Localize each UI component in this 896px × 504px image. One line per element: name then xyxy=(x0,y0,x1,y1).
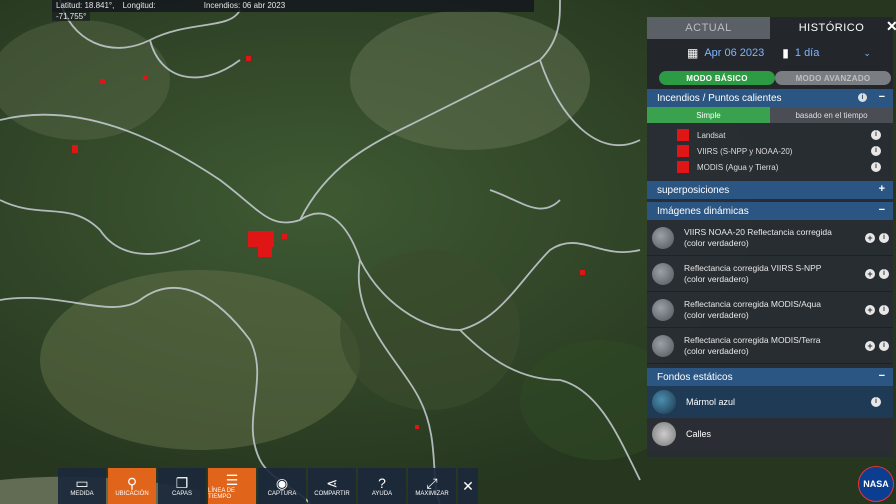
maximize-button[interactable]: ⤢ MAXIMIZAR xyxy=(408,468,456,504)
dynamic-layer[interactable]: Reflectancia corregida VIIRS S-NPP (colo… xyxy=(647,256,893,292)
fire-swatch xyxy=(677,129,689,141)
overlays-section-header[interactable]: superposiciones + xyxy=(647,181,893,199)
layer-label: Mármol azul xyxy=(686,397,736,407)
layer-label: VIIRS (S-NPP y NOAA-20) xyxy=(697,146,793,156)
date-value[interactable]: Apr 06 2023 xyxy=(704,47,764,59)
layer-thumbnail xyxy=(652,262,674,285)
sliders-icon: ☰ xyxy=(225,472,239,488)
fires-section-title: Incendios / Puntos calientes xyxy=(657,92,782,104)
collapse-icon[interactable]: − xyxy=(879,204,885,216)
layer-landsat[interactable]: Landsat i xyxy=(647,127,893,143)
collapse-icon[interactable]: − xyxy=(879,91,885,103)
date-selector[interactable]: ▦ Apr 06 2023 ▮ 1 día ⌄ xyxy=(647,39,893,67)
nasa-logo: NASA xyxy=(858,466,894,502)
globe-icon xyxy=(652,390,676,414)
help-icon: ? xyxy=(378,475,386,491)
info-icon[interactable]: i xyxy=(871,162,881,172)
latitude-label: Latitud: 18.841°, xyxy=(56,1,115,10)
info-icon[interactable]: i xyxy=(871,130,881,140)
share-button[interactable]: ⋖ COMPARTIR xyxy=(308,468,356,504)
overlays-title: superposiciones xyxy=(657,184,730,196)
layer-thumbnail xyxy=(652,334,674,357)
dynamic-layer[interactable]: VIIRS NOAA-20 Reflectancia corregida (co… xyxy=(647,220,893,256)
add-icon[interactable]: + xyxy=(865,340,875,351)
info-icon[interactable]: i xyxy=(879,304,889,315)
fires-section-header[interactable]: Incendios / Puntos calientes i − xyxy=(647,89,893,107)
expand-icon[interactable]: + xyxy=(879,183,885,195)
add-icon[interactable]: + xyxy=(865,232,875,243)
pin-icon: ⚲ xyxy=(126,475,138,491)
static-layer[interactable]: Mármol azul i xyxy=(647,386,893,418)
bottom-toolbar: ▭ MEDIDA ⚲ UBICACIÓN ❐ CAPAS ☰ LÍNEA DE TIEM… xyxy=(58,468,480,504)
interval-icon: ▮ xyxy=(782,46,789,60)
static-section-header[interactable]: Fondos estáticos − xyxy=(647,368,893,386)
mode-basic-button[interactable]: MODO BÁSICO xyxy=(659,71,775,85)
dynamic-section-header[interactable]: Imágenes dinámicas − xyxy=(647,202,893,220)
layer-label: Landsat xyxy=(697,130,726,140)
help-button[interactable]: ? AYUDA xyxy=(358,468,406,504)
close-panel-icon[interactable]: ✕ xyxy=(886,18,896,35)
capture-button[interactable]: ◉ CAPTURA xyxy=(258,468,306,504)
layer-label: Reflectancia corregida MODIS/Aqua (color… xyxy=(684,298,822,320)
layers-panel: ACTUAL HISTÓRICO ▦ Apr 06 2023 ▮ 1 día ⌄… xyxy=(647,17,893,457)
longitude-value: -71.755° xyxy=(52,12,91,21)
share-icon: ⋖ xyxy=(326,475,338,491)
subtab-simple[interactable]: Simple xyxy=(647,107,770,123)
layers-button[interactable]: ❐ CAPAS xyxy=(158,468,206,504)
fires-date-label: Incendios: 06 abr 2023 xyxy=(203,1,286,10)
close-toolbar-icon[interactable]: ✕ xyxy=(458,468,478,504)
location-button[interactable]: ⚲ UBICACIÓN xyxy=(108,468,156,504)
expand-icon: ⤢ xyxy=(426,475,438,491)
coordinates-bar: Latitud: 18.841°, Longitud: Incendios: 0… xyxy=(52,0,534,12)
layer-label: Reflectancia corregida VIIRS S-NPP (colo… xyxy=(684,262,822,284)
static-layer[interactable]: Calles xyxy=(647,418,893,450)
add-icon[interactable]: + xyxy=(865,268,875,279)
info-icon[interactable]: i xyxy=(879,268,889,279)
info-icon[interactable]: i xyxy=(879,340,889,351)
tab-actual[interactable]: ACTUAL xyxy=(647,17,770,39)
info-icon[interactable]: i xyxy=(879,232,889,243)
layer-modis[interactable]: MODIS (Agua y Tierra) i xyxy=(647,159,893,175)
ruler-icon: ▭ xyxy=(75,475,89,491)
subtab-time-based[interactable]: basado en el tiempo xyxy=(770,107,893,123)
timeline-button[interactable]: ☰ LÍNEA DE TIEMPO xyxy=(208,468,256,504)
dynamic-layer[interactable]: Reflectancia corregida MODIS/Aqua (color… xyxy=(647,292,893,328)
streets-thumbnail xyxy=(652,422,676,446)
layer-label: Calles xyxy=(686,429,712,439)
collapse-icon[interactable]: − xyxy=(879,370,885,382)
dynamic-layer[interactable]: Reflectancia corregida MODIS/Terra (colo… xyxy=(647,328,893,364)
layers-icon: ❐ xyxy=(175,475,189,491)
layer-label: VIIRS NOAA-20 Reflectancia corregida (co… xyxy=(684,226,832,248)
camera-icon: ◉ xyxy=(275,475,289,491)
tab-historico[interactable]: HISTÓRICO xyxy=(770,17,893,39)
layer-viirs[interactable]: VIIRS (S-NPP y NOAA-20) i xyxy=(647,143,893,159)
fire-swatch xyxy=(677,161,689,173)
info-icon[interactable]: i xyxy=(858,93,867,102)
mode-advanced-button[interactable]: MODO AVANZADO xyxy=(775,71,891,85)
interval-value[interactable]: 1 día xyxy=(795,47,819,59)
layer-label: Reflectancia corregida MODIS/Terra (colo… xyxy=(684,334,821,356)
static-title: Fondos estáticos xyxy=(657,371,733,383)
measure-button[interactable]: ▭ MEDIDA xyxy=(58,468,106,504)
layer-thumbnail xyxy=(652,298,674,321)
longitude-label: Longitud: xyxy=(122,1,156,10)
calendar-icon: ▦ xyxy=(687,46,699,60)
info-icon[interactable]: i xyxy=(871,146,881,156)
add-icon[interactable]: + xyxy=(865,304,875,315)
layer-thumbnail xyxy=(652,226,674,249)
layer-label: MODIS (Agua y Tierra) xyxy=(697,162,779,172)
fire-swatch xyxy=(677,145,689,157)
chevron-down-icon[interactable]: ⌄ xyxy=(863,48,871,59)
info-icon[interactable]: i xyxy=(871,397,881,407)
dynamic-title: Imágenes dinámicas xyxy=(657,205,749,217)
